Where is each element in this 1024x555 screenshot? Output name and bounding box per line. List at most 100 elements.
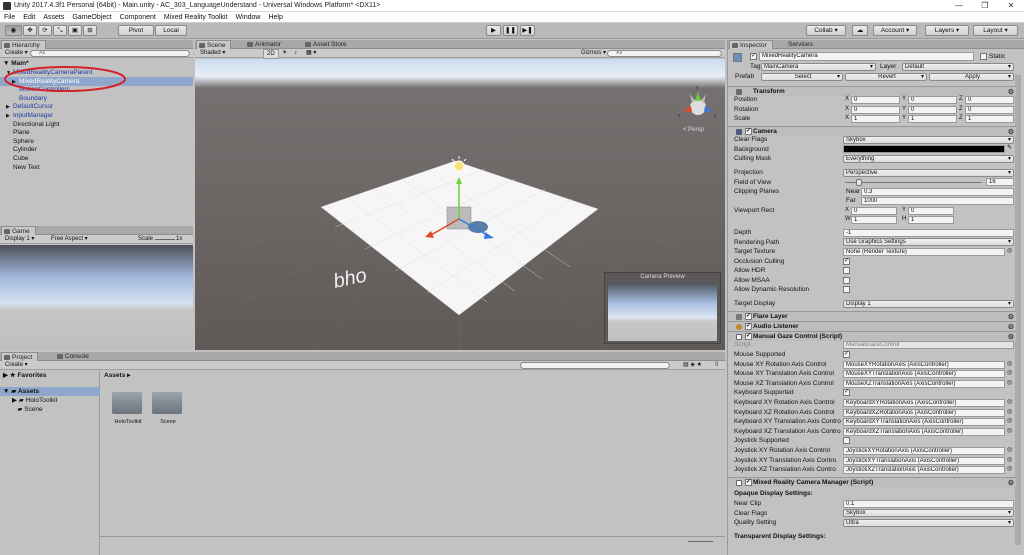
transform-x-field[interactable]: 0 bbox=[851, 96, 900, 104]
tab-hierarchy[interactable]: Hierarchy bbox=[1, 40, 46, 49]
display-dropdown[interactable]: Display 1 ▾ bbox=[2, 235, 37, 243]
pivot-toggle[interactable]: Pivot bbox=[118, 25, 154, 36]
transform-y-field[interactable]: 1 bbox=[908, 115, 957, 124]
projection-dropdown[interactable]: Perspective bbox=[843, 169, 1014, 177]
tree-scene[interactable]: ▰ Scene bbox=[12, 405, 42, 414]
hierarchy-create-dropdown[interactable]: Create ▾ bbox=[2, 49, 31, 57]
object-picker-icon[interactable]: ◎ bbox=[1007, 408, 1012, 415]
scale-tool-icon[interactable]: ⤡ bbox=[53, 25, 67, 36]
dynres-checkbox[interactable] bbox=[843, 286, 850, 293]
mr-clear-flags-dropdown[interactable]: Skybox bbox=[843, 509, 1014, 517]
transform-z-field[interactable]: 0 bbox=[965, 105, 1014, 114]
gear-icon[interactable]: ⚙ bbox=[1008, 479, 1014, 489]
gaze-checkbox[interactable]: ✓ bbox=[843, 351, 850, 358]
transform-x-field[interactable]: 0 bbox=[851, 105, 900, 114]
hierarchy-search-input[interactable]: All bbox=[30, 50, 190, 57]
favorites-item[interactable]: ▶ ★ Favorites bbox=[3, 371, 46, 380]
target-texture-field[interactable]: None (Render Texture) bbox=[843, 248, 1005, 256]
menu-file[interactable]: File bbox=[0, 12, 19, 23]
audio-toggle-icon[interactable]: ♪ bbox=[291, 49, 300, 57]
gaze-checkbox[interactable]: ✓ bbox=[843, 389, 850, 397]
clear-flags-dropdown[interactable]: Skybox bbox=[843, 136, 1014, 144]
target-display-dropdown[interactable]: Display 1 bbox=[843, 300, 1014, 308]
object-picker-icon[interactable]: ◎ bbox=[1007, 456, 1012, 463]
transform-y-field[interactable]: 0 bbox=[908, 105, 957, 114]
tab-project[interactable]: Project bbox=[1, 352, 39, 361]
axis-controller-field[interactable]: KeyboardXZTranslationAxis (AxisControlle… bbox=[843, 427, 1005, 436]
menu-window[interactable]: Window bbox=[232, 12, 265, 23]
near-clip-field[interactable]: 0.1 bbox=[843, 500, 1014, 508]
depth-field[interactable]: -1 bbox=[843, 229, 1014, 237]
msaa-checkbox[interactable] bbox=[843, 276, 850, 284]
cloud-icon[interactable]: ☁ bbox=[852, 25, 868, 36]
axis-controller-field[interactable]: JoystickXZTranslationAxis (AxisControlle… bbox=[843, 466, 1005, 475]
axis-controller-field[interactable]: KeyboardXYRotationAxis (AxisController) bbox=[843, 399, 1005, 407]
far-field[interactable]: 1000 bbox=[861, 197, 1014, 205]
tab-inspector[interactable]: Inspector bbox=[729, 40, 773, 49]
close-button[interactable]: ✕ bbox=[998, 0, 1024, 12]
maximize-button[interactable]: ❐ bbox=[972, 0, 998, 12]
shading-dropdown[interactable]: Shaded ▾ bbox=[197, 49, 228, 57]
hand-tool-icon[interactable]: ◉ bbox=[5, 25, 22, 36]
folder-scene[interactable]: Scene bbox=[152, 392, 184, 425]
account-dropdown[interactable]: Account ▾ bbox=[873, 25, 917, 36]
rotate-tool-icon[interactable]: ⟳ bbox=[38, 25, 52, 36]
tab-services[interactable]: Services bbox=[778, 40, 818, 49]
axis-controller-field[interactable]: MouseXYTranslationAxis (AxisController) bbox=[843, 370, 1005, 379]
object-picker-icon[interactable]: ◎ bbox=[1007, 360, 1012, 367]
layers-dropdown[interactable]: Layers ▾ bbox=[925, 25, 969, 36]
tag-dropdown[interactable]: MainCamera bbox=[761, 63, 876, 71]
tab-game[interactable]: Game bbox=[1, 226, 36, 235]
object-picker-icon[interactable]: ◎ bbox=[1007, 379, 1012, 386]
transform-tool-icon[interactable]: ⊞ bbox=[83, 25, 97, 36]
transform-y-field[interactable]: 0 bbox=[908, 96, 957, 104]
gaze-enabled-checkbox[interactable]: ✓ bbox=[745, 333, 752, 340]
directional-light-icon[interactable] bbox=[449, 156, 469, 176]
hierarchy-item[interactable]: New Text bbox=[0, 163, 193, 172]
step-button[interactable]: ▶❚ bbox=[520, 25, 535, 36]
scale-slider[interactable] bbox=[155, 239, 175, 240]
audio-listener-header[interactable]: ✓ Audio Listener ⚙ bbox=[728, 321, 1016, 331]
object-picker-icon[interactable]: ◎ bbox=[1007, 465, 1012, 472]
flare-layer-header[interactable]: ✓ Flare Layer ⚙ bbox=[728, 311, 1016, 321]
tab-asset-store[interactable]: Asset Store bbox=[303, 40, 352, 49]
icon-size-slider[interactable] bbox=[688, 541, 713, 542]
prefab-apply-button[interactable]: Apply bbox=[929, 73, 1014, 81]
viewport-w-field[interactable]: 1 bbox=[851, 216, 897, 224]
flare-enabled-checkbox[interactable]: ✓ bbox=[745, 313, 752, 320]
collab-dropdown[interactable]: Collab ▾ bbox=[806, 25, 846, 36]
axis-controller-field[interactable]: JoystickXYRotationAxis (AxisController) bbox=[843, 447, 1005, 455]
fov-slider-track[interactable] bbox=[845, 182, 982, 183]
transform-z-field[interactable]: 1 bbox=[965, 115, 1014, 124]
local-toggle[interactable]: Local bbox=[155, 25, 187, 36]
rect-tool-icon[interactable]: ▣ bbox=[68, 25, 82, 36]
hdr-checkbox[interactable] bbox=[843, 267, 850, 274]
mr-enabled-checkbox[interactable]: ✓ bbox=[745, 479, 752, 486]
near-field[interactable]: 0.3 bbox=[861, 188, 1014, 196]
axis-controller-field[interactable]: MouseXYRotationAxis (AxisController) bbox=[843, 360, 1005, 369]
background-color-field[interactable] bbox=[843, 145, 1005, 153]
prefab-select-button[interactable]: Select bbox=[761, 73, 843, 81]
effects-toggle-icon[interactable]: ▦ ▾ bbox=[303, 49, 319, 57]
play-button[interactable]: ▶ bbox=[486, 25, 501, 36]
aspect-dropdown[interactable]: Free Aspect ▾ bbox=[48, 235, 91, 243]
persp-label[interactable]: < Persp bbox=[683, 127, 705, 133]
axis-controller-field[interactable]: KeyboardXZRotationAxis (AxisController) bbox=[843, 408, 1005, 417]
fov-field[interactable]: 16 bbox=[986, 178, 1014, 186]
gaze-checkbox[interactable] bbox=[843, 437, 850, 445]
tab-console[interactable]: Console bbox=[55, 352, 94, 361]
assets-breadcrumb[interactable]: Assets ▸ bbox=[104, 371, 130, 380]
quality-dropdown[interactable]: Ultra bbox=[843, 519, 1014, 527]
lighting-toggle-icon[interactable]: ☀ bbox=[279, 49, 290, 57]
folder-holotoolkit[interactable]: HoloToolkit bbox=[112, 392, 144, 425]
pause-button[interactable]: ❚❚ bbox=[503, 25, 518, 36]
project-search-input[interactable] bbox=[520, 362, 670, 369]
game-view[interactable] bbox=[0, 245, 193, 350]
culling-mask-dropdown[interactable]: Everything bbox=[843, 155, 1014, 163]
axis-controller-field[interactable]: KeyboardXYTranslationAxis (AxisControlle… bbox=[843, 418, 1005, 427]
minimize-button[interactable]: — bbox=[946, 0, 972, 12]
viewport-h-field[interactable]: 1 bbox=[908, 216, 954, 224]
transform-z-field[interactable]: 0 bbox=[965, 96, 1014, 104]
object-picker-icon[interactable]: ◎ bbox=[1007, 427, 1012, 434]
menu-component[interactable]: Component bbox=[116, 12, 160, 23]
